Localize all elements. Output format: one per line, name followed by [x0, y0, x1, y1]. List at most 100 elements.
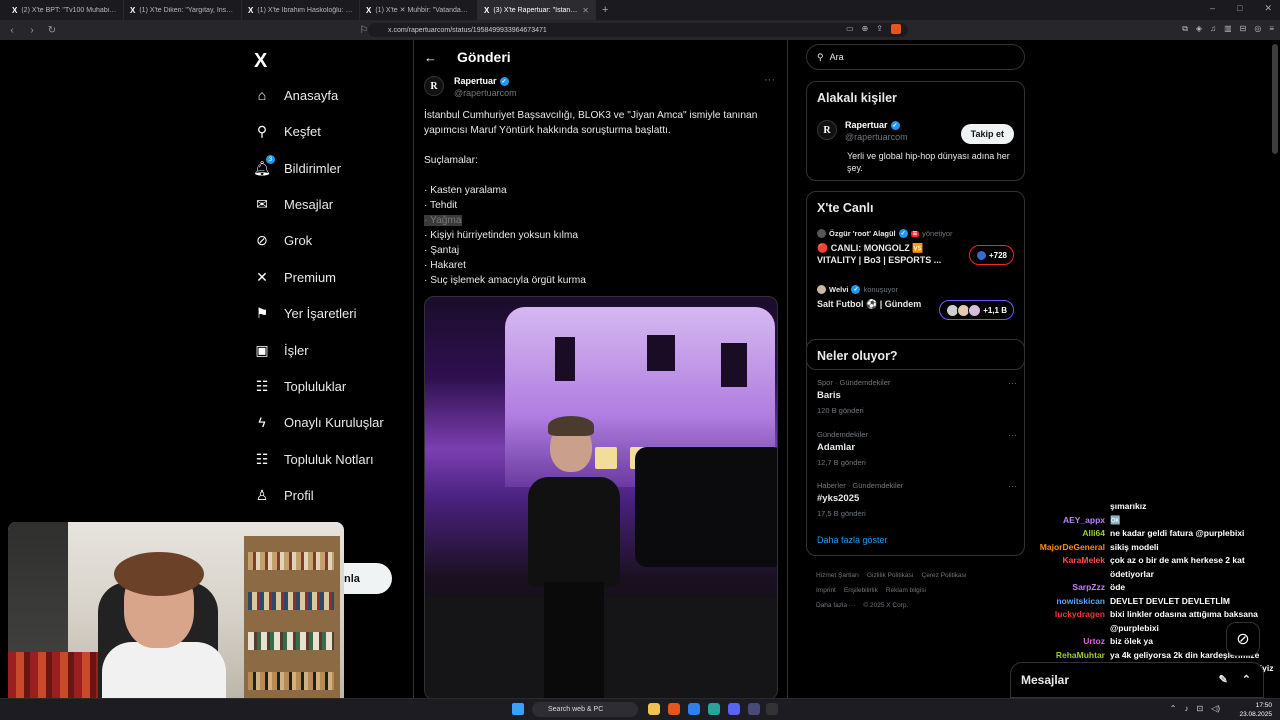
search-icon: ⚲: [256, 122, 268, 139]
chat-username: Urtoz: [1083, 636, 1105, 646]
extension-icon[interactable]: ⧉: [1182, 24, 1188, 34]
more-options-icon[interactable]: ···: [1008, 481, 1017, 491]
nav-community-notes[interactable]: ☷ Topluluk Notları: [254, 444, 374, 474]
browser-tab[interactable]: X(1) X'te Diken: "Yargıtay, Instagram'ı: [124, 0, 242, 20]
live-item[interactable]: Özgür 'root' Alagül ✓ ☰ yönetiyor 🔴 CANLI: …: [817, 229, 957, 266]
browser-tab[interactable]: X (1) X'te İbrahim Haskoloğlu: "#SO: [242, 0, 360, 20]
trend-item[interactable]: Gündemdekiler Adamlar 12,7 B gönderi ···: [817, 430, 1017, 467]
chat-text: öde: [1110, 582, 1126, 592]
compose-message-icon[interactable]: ✎: [1219, 673, 1228, 686]
app-icon[interactable]: [748, 703, 760, 715]
person-icon: ♙: [255, 486, 269, 503]
messages-drawer[interactable]: Mesajlar ✎ ⌃: [1010, 662, 1264, 698]
chevron-up-icon[interactable]: ⌃: [1170, 704, 1177, 713]
nav-notifications[interactable]: 🔔︎ 3 Bildirimler: [253, 153, 341, 183]
chat-username: RehaMuhtar: [1055, 649, 1105, 660]
nav-jobs[interactable]: ▣ İşler: [254, 335, 308, 365]
menu-icon[interactable]: ≡: [1269, 24, 1274, 34]
x-logo-icon[interactable]: X: [254, 50, 267, 73]
address-bar: ‹ › ↻ ⚐ x.com/rapertuarcom/status/195849…: [0, 20, 1280, 40]
trend-item[interactable]: Spor · Gündemdekiler Baris 120 B gönderi…: [817, 378, 1017, 415]
taskbar: Search web & PC ⌃ ♪ ⊡ ◁) 17:50 23.08.202…: [0, 698, 1280, 720]
back-arrow-icon[interactable]: ←: [424, 50, 437, 65]
network-icon[interactable]: ⊡: [1196, 704, 1203, 713]
chat-message: nowitskican DEVLET DEVLET DEVLETLİM: [1020, 595, 1280, 609]
back-icon[interactable]: ‹: [4, 25, 20, 36]
nav-home[interactable]: ⌂ Anasayfa: [254, 80, 338, 110]
browser-tab[interactable]: X (1) X'te ✕ Muhbir: "Vatandaş "Dün: [360, 0, 478, 20]
live-listeners-pill[interactable]: +728: [968, 245, 1014, 265]
nav-explore[interactable]: ⚲ Keşfet: [254, 116, 321, 146]
avatar[interactable]: R: [424, 76, 444, 96]
show-more-link[interactable]: Daha fazla göster: [817, 535, 888, 545]
volume-icon[interactable]: ◁): [1211, 704, 1220, 713]
browser-tab-bar: X(2) X'te BPT: "Tv100 Muhabiri Onur U X(…: [0, 0, 1280, 20]
live-listeners-pill[interactable]: +1,1 B: [939, 300, 1014, 320]
app-icon[interactable]: [708, 703, 720, 715]
close-window-icon[interactable]: ✕: [1264, 3, 1272, 14]
chat-username: [1020, 500, 1105, 514]
nav-bookmarks[interactable]: ⚑ Yer İşaretleri: [254, 298, 357, 328]
verified-badge-icon: ✓: [499, 76, 509, 86]
new-tab-button[interactable]: +: [596, 4, 614, 16]
reload-icon[interactable]: ↻: [44, 25, 60, 36]
notification-badge: 3: [266, 155, 275, 164]
post-author[interactable]: R Rapertuar ✓ @rapertuarcom: [424, 76, 517, 98]
minimize-icon[interactable]: –: [1210, 3, 1215, 14]
browser-tab[interactable]: X(2) X'te BPT: "Tv100 Muhabiri Onur U: [6, 0, 124, 20]
wallet-icon[interactable]: ⊟: [1240, 24, 1247, 34]
chat-message: SarpZzz öde: [1020, 581, 1280, 595]
highlighted-text: · Yağma: [424, 215, 462, 226]
post-photo[interactable]: [424, 296, 778, 700]
trend-item[interactable]: Haberler · Gündemdekiler #yks2025 17,5 B…: [817, 481, 1017, 518]
maximize-icon[interactable]: □: [1237, 3, 1242, 14]
music-icon[interactable]: ♫: [1210, 24, 1216, 34]
nav-communities[interactable]: ☷ Topluluklar: [254, 371, 346, 401]
share-icon[interactable]: ⇪: [876, 24, 883, 34]
more-options-icon[interactable]: ···: [1008, 430, 1017, 440]
more-options-icon[interactable]: ···: [1008, 378, 1017, 388]
chat-username: luckydragen: [1054, 609, 1105, 619]
shield-icon[interactable]: ◎: [1254, 24, 1261, 34]
nav-grok[interactable]: ⊘ Grok: [254, 225, 312, 255]
expand-up-icon[interactable]: ⌃: [1242, 673, 1251, 686]
author-name[interactable]: Rapertuar: [454, 76, 497, 86]
browser-tab-active[interactable]: X(3) X'te Rapertuar: "İstanbul Cum✕: [478, 0, 596, 20]
verified-badge-icon: ✓: [890, 120, 900, 130]
clock[interactable]: 17:50 23.08.2025: [1239, 701, 1272, 719]
windows-start-icon[interactable]: [512, 703, 524, 715]
file-explorer-icon[interactable]: [648, 703, 660, 715]
url-field[interactable]: x.com/rapertuarcom/status/19584999339646…: [368, 23, 908, 37]
vpn-icon[interactable]: ◈: [1196, 24, 1202, 34]
nav-profile[interactable]: ♙ Profil: [254, 480, 314, 510]
close-tab-icon[interactable]: ✕: [582, 6, 589, 15]
grok-floating-icon[interactable]: ⊘: [1226, 622, 1260, 656]
brave-browser-icon[interactable]: [668, 703, 680, 715]
brave-shield-icon[interactable]: [890, 24, 901, 34]
nav-messages[interactable]: ✉ Mesajlar: [254, 189, 333, 219]
chat-username: KaraMelek: [1062, 555, 1105, 565]
avatar[interactable]: R: [817, 120, 837, 140]
live-item[interactable]: Welvi ✓ konuşuyor Salt Futbol ⚽ | Gündem: [817, 285, 957, 310]
chat-message: AEY_appx 🆗: [1020, 514, 1280, 528]
x-favicon-icon: X: [248, 5, 254, 15]
more-options-icon[interactable]: ···: [764, 74, 775, 86]
mic-icon[interactable]: ♪: [1184, 704, 1188, 713]
verified-badge-icon: ✓: [851, 285, 861, 294]
nav-verified-orgs[interactable]: ϟ Onaylı Kuruluşlar: [254, 407, 383, 437]
discord-icon[interactable]: [728, 703, 740, 715]
forward-icon[interactable]: ›: [24, 25, 40, 36]
screen-icon[interactable]: ▭: [846, 24, 854, 34]
nav-premium[interactable]: ✕ Premium: [254, 262, 336, 292]
author-handle[interactable]: @rapertuarcom: [454, 88, 517, 98]
scrollbar[interactable]: [1272, 44, 1278, 154]
follow-button[interactable]: Takip et: [960, 124, 1014, 144]
steam-icon[interactable]: [688, 703, 700, 715]
search-input[interactable]: ⚲ Ara: [806, 44, 1025, 70]
chat-text: sikiş modeli: [1110, 541, 1159, 552]
zoom-icon[interactable]: ⊕: [862, 24, 869, 34]
obs-icon[interactable]: [766, 703, 778, 715]
sidebar-toggle-icon[interactable]: ▥: [1224, 24, 1232, 34]
taskbar-search[interactable]: Search web & PC: [532, 702, 638, 717]
main-column: ← Gönderi R Rapertuar ✓ @rapertuarcom ···…: [413, 40, 788, 700]
